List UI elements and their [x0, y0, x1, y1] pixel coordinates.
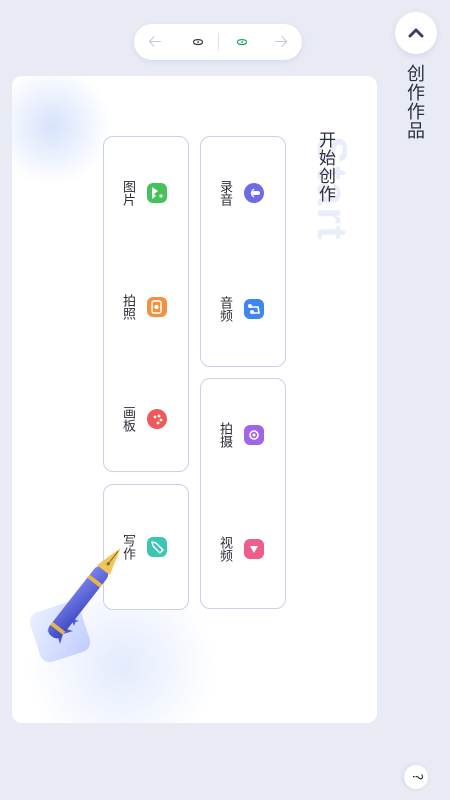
video-icon	[244, 539, 264, 559]
item-label: 录音	[217, 180, 232, 206]
image-button[interactable]: 图片	[111, 151, 181, 235]
image-group: 图片 拍照 画板	[103, 136, 189, 472]
counter-left-value: 0	[189, 38, 204, 46]
microphone-icon	[244, 183, 264, 203]
item-label: 拍摄	[217, 422, 232, 448]
chevron-up-icon	[408, 28, 424, 38]
arrow-left-icon[interactable]: 🡠	[148, 32, 162, 52]
pen-icon	[147, 537, 167, 557]
decor-glow	[12, 76, 112, 186]
video-group: 拍摄 视频	[200, 378, 286, 609]
item-label: 拍照	[120, 294, 135, 320]
help-button[interactable]: ?	[404, 765, 428, 789]
drawing-board-button[interactable]: 画板	[111, 377, 181, 461]
audio-button[interactable]: 音频	[208, 267, 278, 351]
fountain-pen-illustration	[20, 530, 150, 670]
counter-right-value: 0	[233, 38, 248, 46]
record-audio-button[interactable]: 录音	[208, 151, 278, 235]
take-photo-button[interactable]: 拍照	[111, 265, 181, 349]
divider	[218, 33, 219, 51]
image-icon	[147, 183, 167, 203]
page-title: 创作作品	[404, 64, 425, 140]
music-note-icon	[244, 299, 264, 319]
photo-camera-icon	[147, 297, 167, 317]
arrow-right-icon[interactable]: 🡢	[274, 32, 288, 52]
audio-group: 录音 音频	[200, 136, 286, 367]
item-label: 音频	[217, 296, 232, 322]
item-label: 图片	[120, 180, 135, 206]
shoot-button[interactable]: 拍摄	[208, 393, 278, 477]
item-label: 画板	[120, 406, 135, 432]
camera-icon	[244, 425, 264, 445]
collapse-button[interactable]	[395, 12, 437, 54]
section-title: 开始创作	[315, 131, 335, 203]
palette-icon	[147, 409, 167, 429]
item-label: 视频	[217, 536, 232, 562]
video-button[interactable]: 视频	[208, 507, 278, 591]
record-counter: 🡠 0 0 🡢	[134, 24, 302, 60]
